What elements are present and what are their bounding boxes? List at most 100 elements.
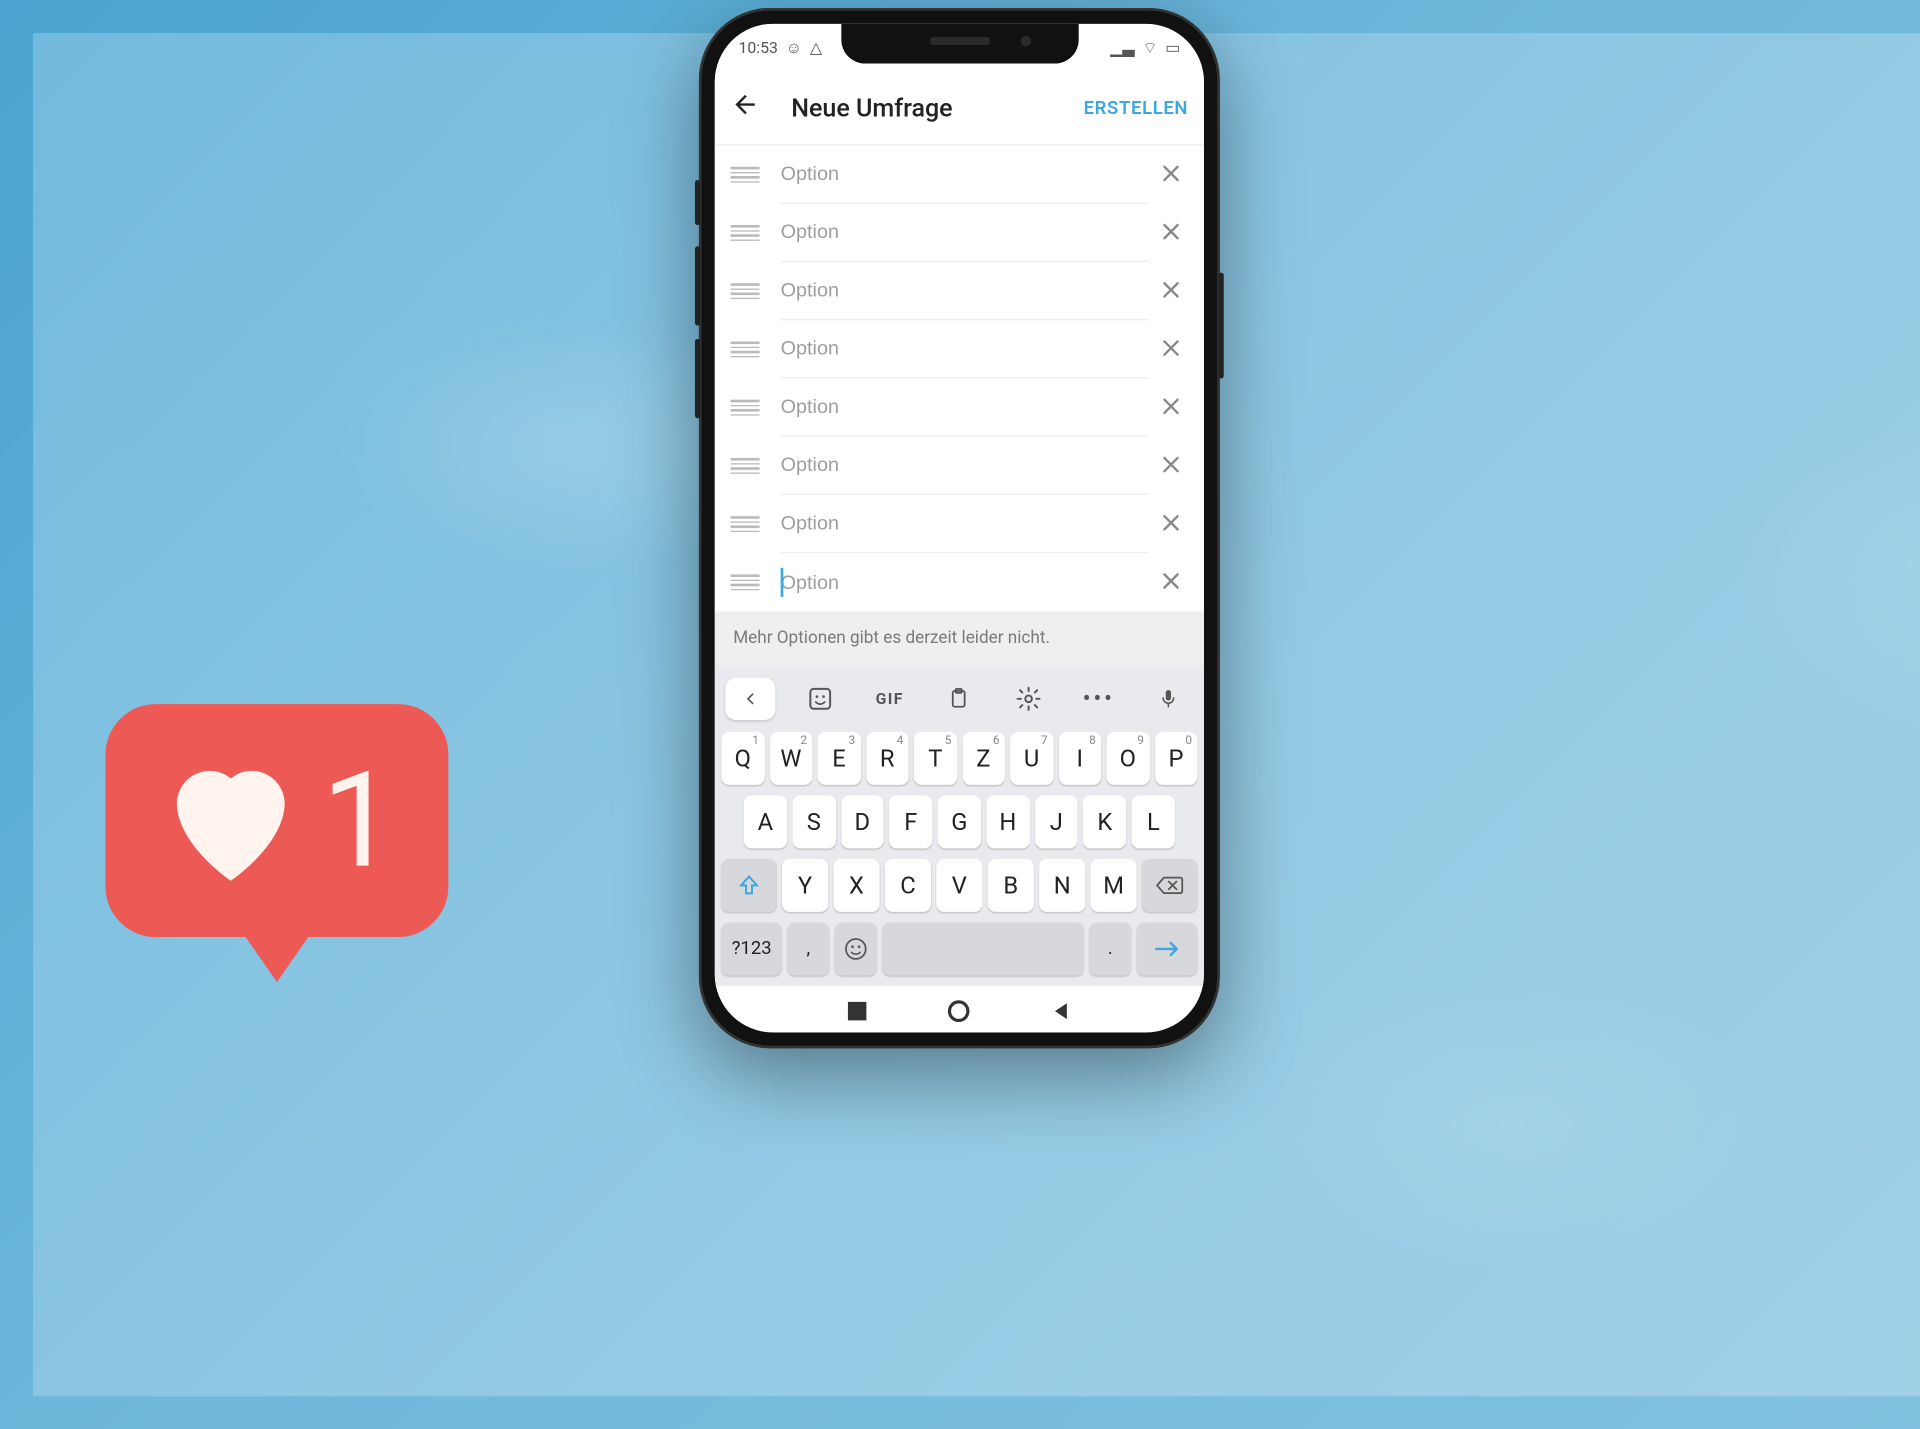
key-v[interactable]: V xyxy=(936,859,982,912)
gear-icon xyxy=(1016,686,1042,712)
close-icon xyxy=(1162,396,1180,415)
settings-button[interactable] xyxy=(1004,678,1054,720)
drag-handle-icon[interactable] xyxy=(731,283,760,299)
phone-power-button xyxy=(1218,273,1223,379)
poll-option-input[interactable] xyxy=(781,454,1149,476)
key-y[interactable]: Y xyxy=(782,859,828,912)
poll-option-input[interactable] xyxy=(781,279,1149,301)
key-t[interactable]: T5 xyxy=(914,732,957,785)
phone-mute-switch xyxy=(695,180,700,225)
key-r[interactable]: R4 xyxy=(866,732,909,785)
remove-option-button[interactable] xyxy=(1156,510,1185,538)
sticker-icon xyxy=(807,686,833,712)
key-w[interactable]: W2 xyxy=(769,732,812,785)
triangle-left-icon xyxy=(1051,1001,1072,1022)
key-m[interactable]: M xyxy=(1091,859,1137,912)
remove-option-button[interactable] xyxy=(1156,219,1185,247)
wifi-icon: ⌔ xyxy=(1142,38,1157,58)
nav-recent-button[interactable] xyxy=(847,1001,868,1027)
on-screen-keyboard: GIF ••• Q1W2E3R4T5Z6U7I8O9P0 ASDFGH xyxy=(715,666,1204,986)
poll-option-row xyxy=(715,495,1204,553)
remove-option-button[interactable] xyxy=(1156,161,1185,189)
drag-handle-icon[interactable] xyxy=(731,574,760,590)
clipboard-button[interactable] xyxy=(934,678,984,720)
drag-handle-icon[interactable] xyxy=(731,341,760,357)
gif-button[interactable]: GIF xyxy=(865,678,915,720)
shift-key[interactable] xyxy=(721,859,776,912)
poll-option-input[interactable] xyxy=(781,221,1149,243)
poll-option-row xyxy=(715,437,1204,495)
poll-option-input[interactable] xyxy=(781,337,1149,359)
drag-handle-icon[interactable] xyxy=(731,167,760,183)
like-count: 1 xyxy=(322,743,396,898)
key-c[interactable]: C xyxy=(885,859,931,912)
enter-key[interactable] xyxy=(1137,922,1198,975)
key-l[interactable]: L xyxy=(1132,795,1175,848)
key-p[interactable]: P0 xyxy=(1155,732,1198,785)
microphone-icon xyxy=(1158,686,1179,712)
poll-option-row xyxy=(715,553,1204,611)
poll-option-input[interactable] xyxy=(781,571,1149,593)
key-a[interactable]: A xyxy=(744,795,787,848)
key-e[interactable]: E3 xyxy=(818,732,861,785)
square-icon xyxy=(847,1001,868,1022)
emoji-key[interactable] xyxy=(835,922,877,975)
status-time: 10:53 xyxy=(738,38,777,57)
phone-frame: 10:53 ☺ △ ▁▃ ⌔ ▭ Neue Umfrage ERSTELLEN … xyxy=(699,8,1220,1048)
poll-option-row xyxy=(715,320,1204,378)
like-badge: 1 xyxy=(105,704,448,990)
drag-handle-icon[interactable] xyxy=(731,225,760,241)
key-f[interactable]: F xyxy=(889,795,932,848)
key-k[interactable]: K xyxy=(1083,795,1126,848)
key-b[interactable]: B xyxy=(988,859,1034,912)
poll-option-row xyxy=(715,379,1204,437)
drag-handle-icon[interactable] xyxy=(731,400,760,416)
heart-icon xyxy=(158,754,303,886)
close-icon xyxy=(1162,280,1180,299)
remove-option-button[interactable] xyxy=(1156,452,1185,480)
back-button[interactable] xyxy=(731,89,768,126)
remove-option-button[interactable] xyxy=(1156,394,1185,422)
emoji-icon xyxy=(843,936,869,962)
nav-back-button[interactable] xyxy=(1051,1001,1072,1027)
key-g[interactable]: G xyxy=(938,795,981,848)
close-icon xyxy=(1162,455,1180,474)
remove-option-button[interactable] xyxy=(1156,336,1185,364)
remove-option-button[interactable] xyxy=(1156,277,1185,305)
key-j[interactable]: J xyxy=(1035,795,1078,848)
arrow-left-icon xyxy=(731,89,760,118)
key-d[interactable]: D xyxy=(841,795,884,848)
poll-option-input[interactable] xyxy=(781,163,1149,185)
key-o[interactable]: O9 xyxy=(1106,732,1149,785)
nav-home-button[interactable] xyxy=(947,999,971,1028)
key-q[interactable]: Q1 xyxy=(721,732,764,785)
key-x[interactable]: X xyxy=(833,859,879,912)
poll-option-input[interactable] xyxy=(781,396,1149,418)
period-key[interactable]: . xyxy=(1089,922,1131,975)
space-key[interactable] xyxy=(882,922,1084,975)
more-button[interactable]: ••• xyxy=(1074,678,1124,720)
close-icon xyxy=(1162,338,1180,357)
drag-handle-icon[interactable] xyxy=(731,516,760,532)
keyboard-collapse-button[interactable] xyxy=(725,678,775,720)
poll-option-row xyxy=(715,146,1204,204)
key-i[interactable]: I8 xyxy=(1058,732,1101,785)
remove-option-button[interactable] xyxy=(1156,568,1185,596)
phone-screen: 10:53 ☺ △ ▁▃ ⌔ ▭ Neue Umfrage ERSTELLEN … xyxy=(715,24,1204,1033)
voice-input-button[interactable] xyxy=(1143,678,1193,720)
key-z[interactable]: Z6 xyxy=(962,732,1005,785)
key-n[interactable]: N xyxy=(1039,859,1085,912)
status-icon: △ xyxy=(810,38,822,57)
poll-option-input[interactable] xyxy=(781,512,1149,534)
symbols-key[interactable]: ?123 xyxy=(721,922,782,975)
backspace-key[interactable] xyxy=(1142,859,1197,912)
status-icon: ☺ xyxy=(786,38,802,57)
key-h[interactable]: H xyxy=(986,795,1029,848)
text-cursor xyxy=(781,568,783,597)
comma-key[interactable]: , xyxy=(787,922,829,975)
sticker-button[interactable] xyxy=(795,678,845,720)
drag-handle-icon[interactable] xyxy=(731,458,760,474)
create-button[interactable]: ERSTELLEN xyxy=(1084,97,1189,118)
key-u[interactable]: U7 xyxy=(1010,732,1053,785)
key-s[interactable]: S xyxy=(792,795,835,848)
